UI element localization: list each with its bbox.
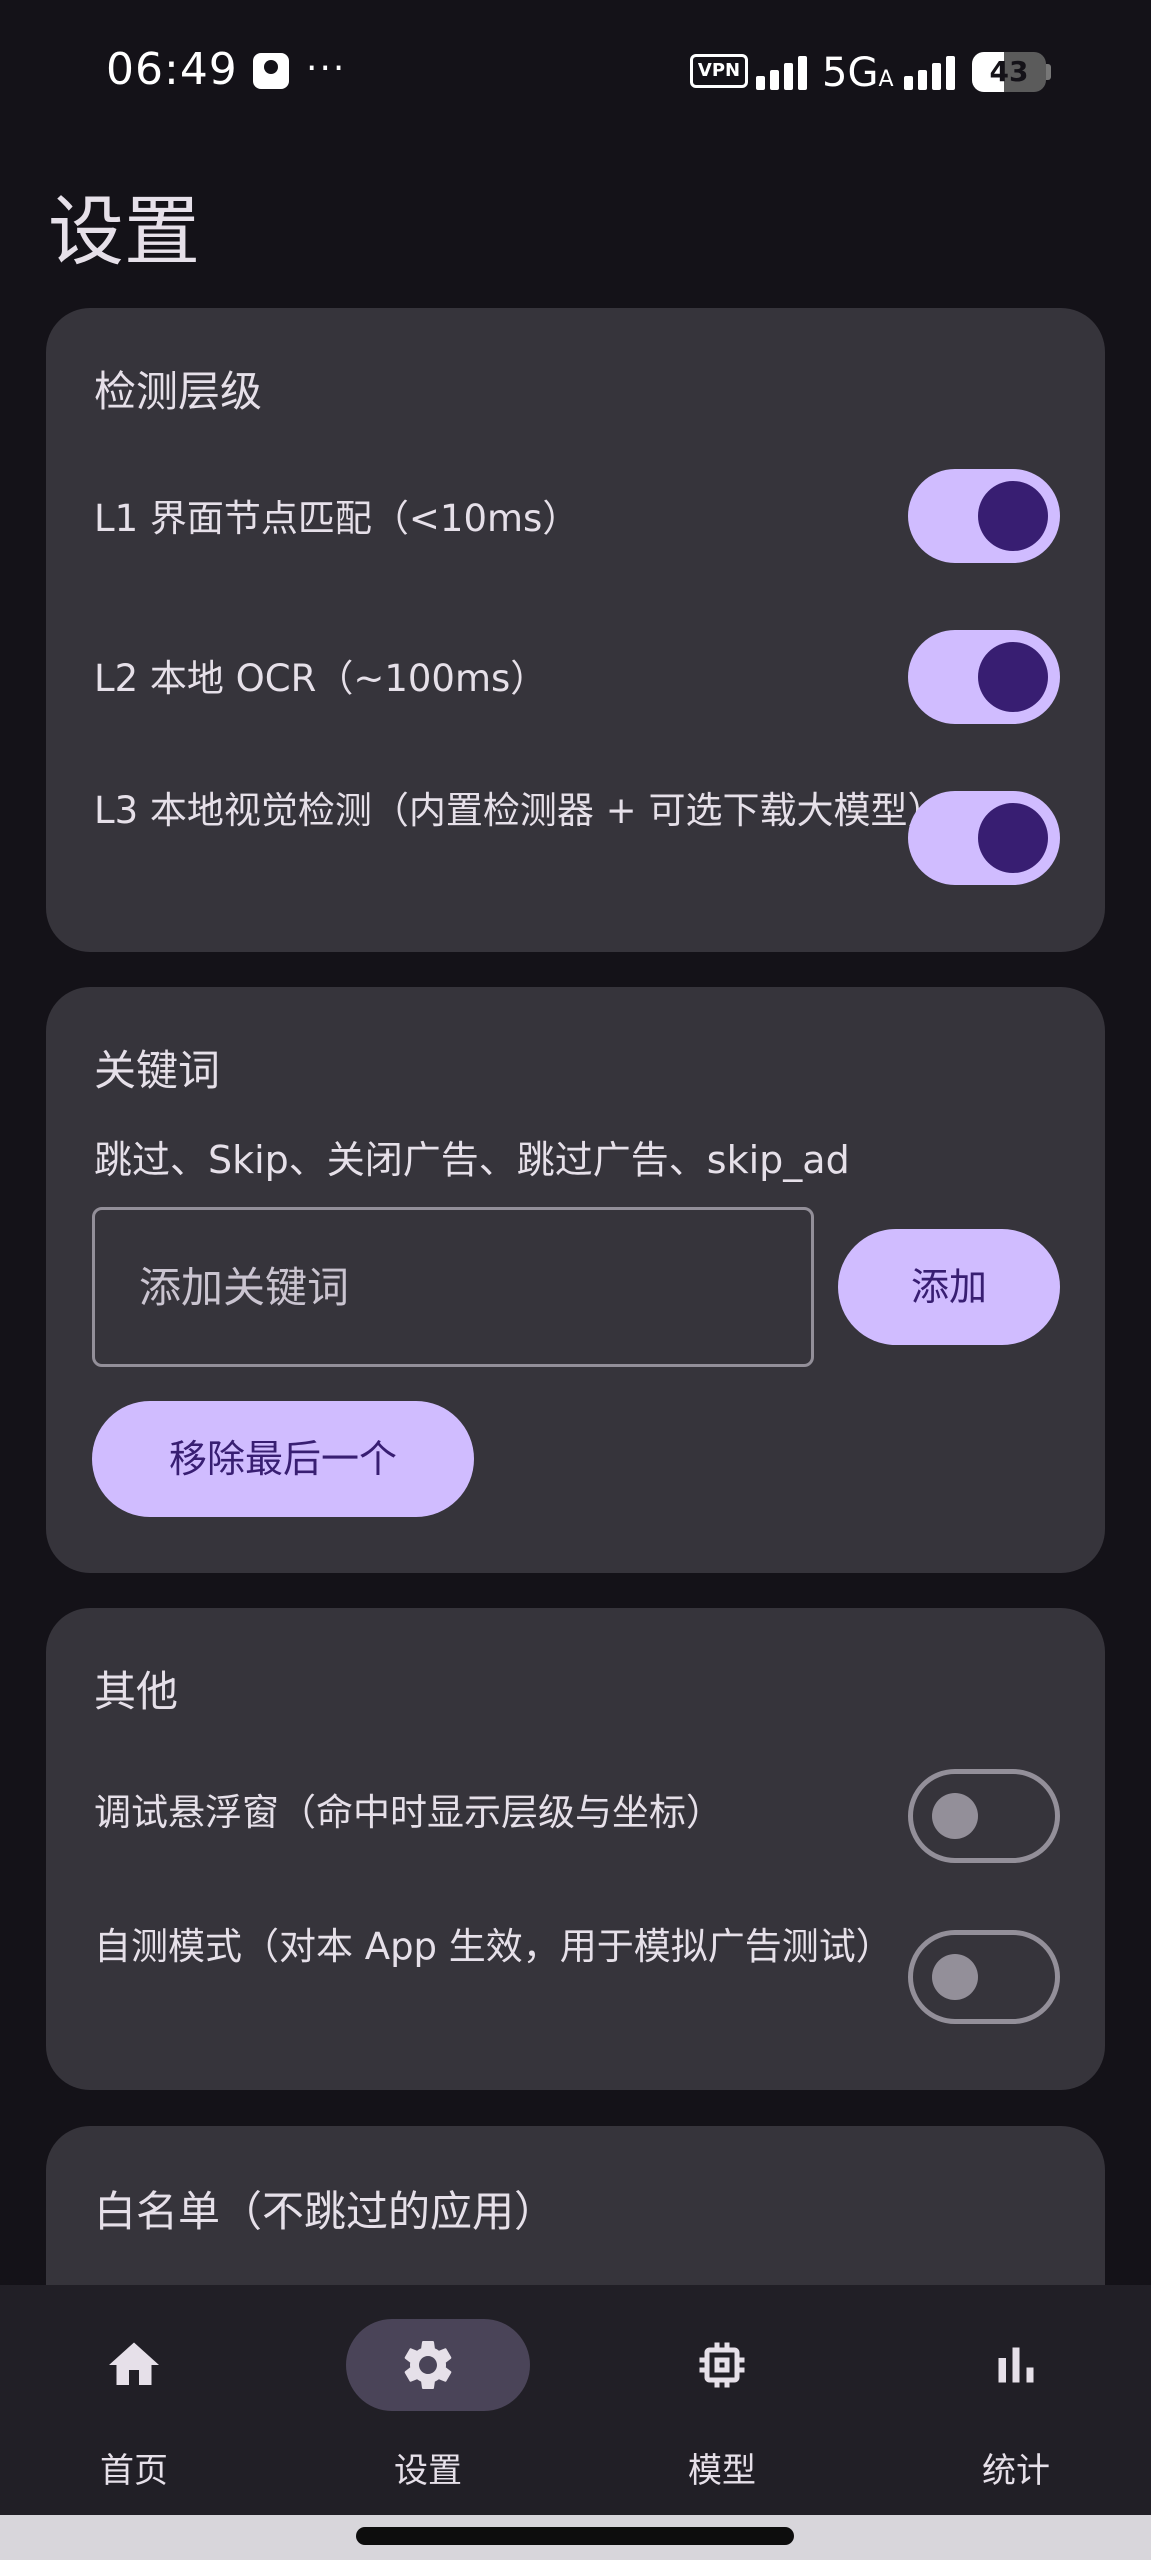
keyword-list: 跳过、Skip、关闭广告、跳过广告、skip_ad bbox=[94, 1138, 850, 1182]
nav-label-stats: 统计 bbox=[982, 2451, 1050, 2491]
self-test-toggle[interactable] bbox=[908, 1930, 1060, 2024]
other-title: 其他 bbox=[94, 1667, 179, 1716]
toggle-knob bbox=[932, 1793, 978, 1839]
settings-screen: 06:49 ··· VPN 5GA 43 设置 检测层级 L1 界面节点匹配（<… bbox=[0, 0, 1151, 2560]
nav-item-stats[interactable]: 统计 bbox=[906, 2285, 1126, 2515]
battery-tip bbox=[1046, 64, 1051, 80]
signal-icon bbox=[756, 54, 812, 90]
toggle-knob bbox=[978, 803, 1048, 873]
debug-overlay-toggle[interactable] bbox=[908, 1769, 1060, 1863]
vpn-icon: VPN bbox=[690, 54, 748, 88]
nav-label-settings: 设置 bbox=[394, 2451, 462, 2491]
keyword-input[interactable] bbox=[92, 1207, 814, 1367]
battery-icon: 43 bbox=[972, 52, 1046, 92]
keywords-card: 关键词 跳过、Skip、关闭广告、跳过广告、skip_ad 添加 移除最后一个 bbox=[46, 987, 1105, 1573]
status-time: 06:49 bbox=[106, 44, 238, 95]
page-title: 设置 bbox=[48, 187, 200, 276]
home-icon bbox=[109, 2342, 159, 2385]
network-type: 5GA bbox=[822, 50, 894, 96]
toggle-knob bbox=[932, 1954, 978, 2000]
nav-label-home: 首页 bbox=[100, 2451, 168, 2491]
detection-levels-title: 检测层级 bbox=[94, 367, 263, 416]
signal-icon-2 bbox=[904, 54, 960, 90]
remove-last-keyword-button[interactable]: 移除最后一个 bbox=[92, 1401, 474, 1517]
gear-icon bbox=[404, 2341, 452, 2389]
toggle-knob bbox=[978, 481, 1048, 551]
l3-label: L3 本地视觉检测（内置检测器 + 可选下载大模型） bbox=[94, 789, 945, 832]
status-bar: 06:49 ··· VPN 5GA 43 bbox=[0, 0, 1151, 140]
l2-toggle[interactable] bbox=[908, 630, 1060, 724]
whitelist-title: 白名单（不跳过的应用） bbox=[94, 2187, 557, 2236]
l2-label: L2 本地 OCR（~100ms） bbox=[94, 657, 548, 700]
l3-toggle[interactable] bbox=[908, 791, 1060, 885]
more-notifications-icon: ··· bbox=[306, 48, 347, 89]
l1-toggle[interactable] bbox=[908, 469, 1060, 563]
notification-icon bbox=[253, 53, 289, 89]
self-test-label: 自测模式（对本 App 生效，用于模拟广告测试） bbox=[94, 1925, 893, 1968]
add-keyword-button[interactable]: 添加 bbox=[838, 1229, 1060, 1345]
bar-chart-icon bbox=[998, 2347, 1034, 2383]
home-gesture-bar[interactable] bbox=[356, 2527, 794, 2545]
other-settings-card: 其他 调试悬浮窗（命中时显示层级与坐标） 自测模式（对本 App 生效，用于模拟… bbox=[46, 1608, 1105, 2090]
keywords-title: 关键词 bbox=[94, 1046, 221, 1095]
nav-item-settings[interactable]: 设置 bbox=[318, 2285, 538, 2515]
chip-icon bbox=[699, 2342, 745, 2388]
nav-item-home[interactable]: 首页 bbox=[24, 2285, 244, 2515]
toggle-knob bbox=[978, 642, 1048, 712]
debug-overlay-label: 调试悬浮窗（命中时显示层级与坐标） bbox=[94, 1791, 723, 1834]
bottom-navigation: 首页 设置 模型 统计 bbox=[0, 2285, 1151, 2515]
gesture-area bbox=[0, 2515, 1151, 2560]
l1-label: L1 界面节点匹配（<10ms） bbox=[94, 497, 580, 540]
detection-levels-card: 检测层级 L1 界面节点匹配（<10ms） L2 本地 OCR（~100ms） … bbox=[46, 308, 1105, 952]
nav-item-model[interactable]: 模型 bbox=[612, 2285, 832, 2515]
nav-label-model: 模型 bbox=[688, 2451, 756, 2491]
